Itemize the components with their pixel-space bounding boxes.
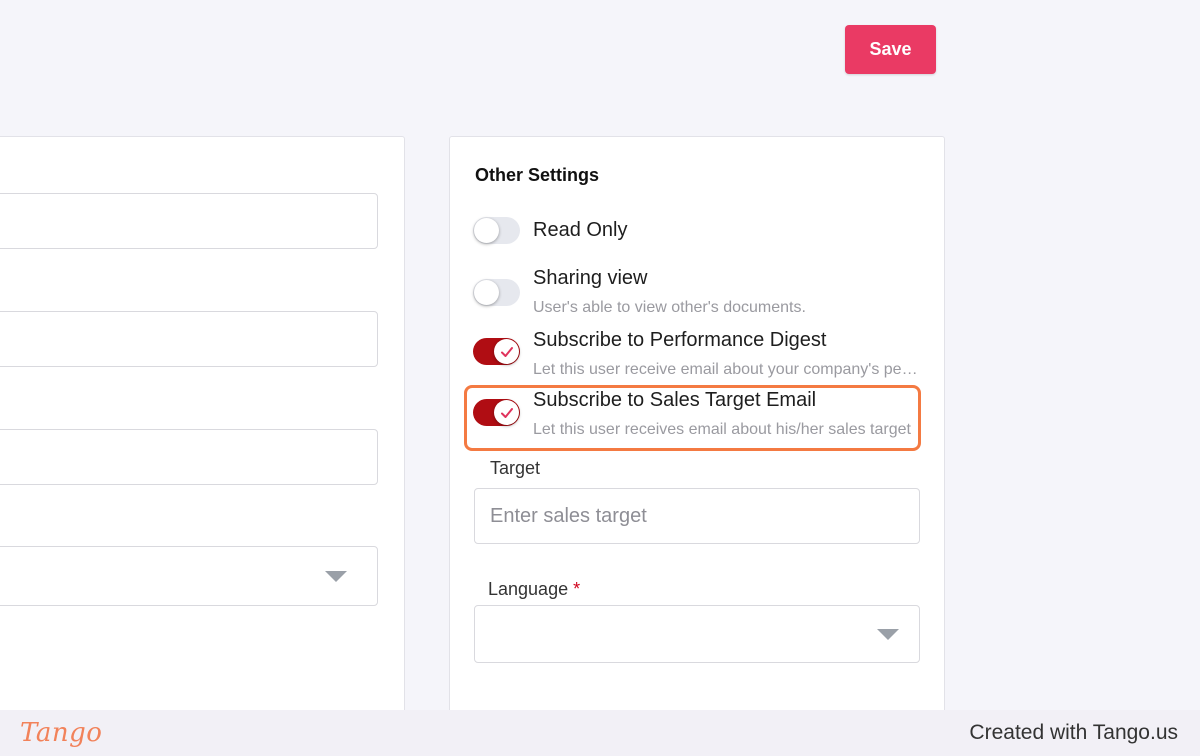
footer: Tango Created with Tango.us (0, 710, 1200, 756)
target-input[interactable] (475, 489, 919, 543)
language-select[interactable] (474, 605, 920, 663)
highlight-box (464, 385, 921, 451)
target-label: Target (490, 458, 541, 478)
tango-logo: Tango (20, 718, 103, 748)
target-field (474, 488, 920, 544)
left-input-2[interactable] (0, 311, 378, 367)
language-label-text: Language (488, 579, 569, 599)
left-input-1[interactable] (0, 193, 378, 249)
sharing-view-label: Sharing view (533, 267, 648, 289)
performance-digest-toggle[interactable] (473, 338, 520, 365)
settings-page: Save Other Settings Read Only Sharing vi… (0, 0, 1200, 710)
created-with-text: Created with Tango.us (969, 721, 1178, 744)
toggle-knob (474, 280, 499, 305)
performance-digest-description: Let this user receive email about your c… (533, 361, 919, 378)
save-button[interactable]: Save (845, 25, 936, 74)
check-icon (500, 346, 513, 357)
performance-digest-label: Subscribe to Performance Digest (533, 329, 827, 351)
sharing-view-description: User's able to view other's documents. (533, 299, 806, 316)
left-select[interactable] (0, 546, 378, 606)
chevron-down-icon (325, 571, 347, 582)
language-label: Language * (488, 579, 580, 600)
read-only-toggle[interactable] (473, 217, 520, 244)
section-title: Other Settings (475, 165, 600, 185)
read-only-label: Read Only (533, 219, 628, 241)
sharing-view-toggle[interactable] (473, 279, 520, 306)
required-mark: * (573, 579, 581, 599)
toggle-knob (474, 218, 499, 243)
toggle-knob (494, 339, 519, 364)
chevron-down-icon (877, 629, 899, 640)
left-input-3[interactable] (0, 429, 378, 485)
